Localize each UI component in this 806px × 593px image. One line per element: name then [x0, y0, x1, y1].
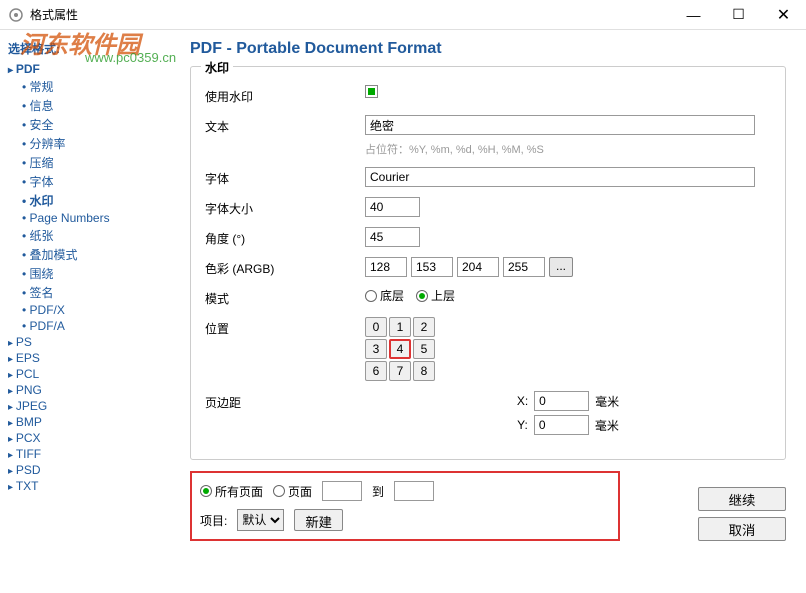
use-watermark-checkbox[interactable]	[365, 85, 378, 98]
tree-pdf-纸张[interactable]: 纸张	[22, 226, 172, 245]
tree-pdf-PDF/X[interactable]: PDF/X	[22, 302, 172, 318]
margin-x-unit: 毫米	[595, 393, 619, 410]
tree-ps[interactable]: PS	[8, 334, 172, 350]
tree-pdf-Page Numbers[interactable]: Page Numbers	[22, 210, 172, 226]
cancel-button[interactable]: 取消	[698, 517, 786, 541]
tree-psd[interactable]: PSD	[8, 462, 172, 478]
tree-pdf-围绕[interactable]: 围绕	[22, 264, 172, 283]
maximize-button[interactable]: ☐	[716, 0, 761, 30]
argb-b-input[interactable]	[503, 257, 545, 277]
label-mode: 模式	[205, 287, 365, 307]
fontsize-input[interactable]	[365, 197, 420, 217]
new-project-button[interactable]: 新建	[294, 509, 343, 531]
position-7[interactable]: 7	[389, 361, 411, 381]
angle-input[interactable]	[365, 227, 420, 247]
window-title: 格式属性	[30, 6, 671, 23]
tree-pdf-PDF/A[interactable]: PDF/A	[22, 318, 172, 334]
position-6[interactable]: 6	[365, 361, 387, 381]
project-select[interactable]: 默认	[237, 509, 284, 531]
label-angle: 角度 (°)	[205, 227, 365, 247]
content-title: PDF - Portable Document Format	[190, 40, 786, 58]
argb-g-input[interactable]	[457, 257, 499, 277]
tree-png[interactable]: PNG	[8, 382, 172, 398]
watermark-fieldset: 水印 使用水印 文本 占位符：%Y, %m, %d, %H, %M, %S 字体…	[190, 66, 786, 460]
position-4[interactable]: 4	[389, 339, 411, 359]
overlay-url: www.pc0359.cn	[85, 50, 176, 65]
minimize-button[interactable]: —	[671, 0, 716, 30]
position-5[interactable]: 5	[413, 339, 435, 359]
tree-pdf-叠加模式[interactable]: 叠加模式	[22, 245, 172, 264]
tree-bmp[interactable]: BMP	[8, 414, 172, 430]
mode-under-radio[interactable]: 底层	[365, 287, 404, 304]
label-font: 字体	[205, 167, 365, 187]
tree-pdf-字体[interactable]: 字体	[22, 172, 172, 191]
argb-a-input[interactable]	[365, 257, 407, 277]
label-use-watermark: 使用水印	[205, 85, 365, 105]
mode-over-radio[interactable]: 上层	[416, 287, 455, 304]
text-input[interactable]	[365, 115, 755, 135]
format-sidebar: 选择格式: PDF 常规信息安全分辨率压缩字体水印Page Numbers纸张叠…	[0, 30, 180, 593]
position-8[interactable]: 8	[413, 361, 435, 381]
tree-pdf-签名[interactable]: 签名	[22, 283, 172, 302]
fieldset-legend: 水印	[201, 59, 233, 76]
all-pages-radio[interactable]: 所有页面	[200, 483, 263, 500]
argb-r-input[interactable]	[411, 257, 453, 277]
tree-pdf-压缩[interactable]: 压缩	[22, 153, 172, 172]
color-picker-button[interactable]: ...	[549, 257, 573, 277]
label-color: 色彩 (ARGB)	[205, 257, 365, 277]
position-2[interactable]: 2	[413, 317, 435, 337]
app-icon	[8, 7, 24, 23]
tree-jpeg[interactable]: JPEG	[8, 398, 172, 414]
to-label: 到	[372, 483, 384, 500]
pages-range-radio[interactable]: 页面	[273, 483, 312, 500]
close-button[interactable]: ✕	[761, 0, 806, 30]
margin-x-label: X:	[517, 394, 528, 408]
tree-txt[interactable]: TXT	[8, 478, 172, 494]
tree-pdf-分辨率[interactable]: 分辨率	[22, 134, 172, 153]
placeholder-hint: 占位符：%Y, %m, %d, %H, %M, %S	[365, 141, 544, 157]
page-to-input[interactable]	[394, 481, 434, 501]
margin-y-input[interactable]	[534, 415, 589, 435]
margin-y-label: Y:	[517, 418, 528, 432]
tree-pdf-安全[interactable]: 安全	[22, 115, 172, 134]
position-0[interactable]: 0	[365, 317, 387, 337]
tree-pdf-信息[interactable]: 信息	[22, 96, 172, 115]
tree-tiff[interactable]: TIFF	[8, 446, 172, 462]
label-text: 文本	[205, 115, 365, 135]
page-from-input[interactable]	[322, 481, 362, 501]
margin-y-unit: 毫米	[595, 417, 619, 434]
tree-pdf-常规[interactable]: 常规	[22, 77, 172, 96]
margin-x-input[interactable]	[534, 391, 589, 411]
label-fontsize: 字体大小	[205, 197, 365, 217]
font-input[interactable]	[365, 167, 755, 187]
page-range-box: 所有页面 页面 到 项目: 默认 新建	[190, 471, 620, 541]
tree-eps[interactable]: EPS	[8, 350, 172, 366]
label-margin: 页边距	[205, 391, 365, 411]
position-3[interactable]: 3	[365, 339, 387, 359]
tree-pcx[interactable]: PCX	[8, 430, 172, 446]
tree-pdf-水印[interactable]: 水印	[22, 191, 172, 210]
label-position: 位置	[205, 317, 365, 337]
position-1[interactable]: 1	[389, 317, 411, 337]
project-label: 项目:	[200, 512, 227, 529]
continue-button[interactable]: 继续	[698, 487, 786, 511]
tree-pcl[interactable]: PCL	[8, 366, 172, 382]
